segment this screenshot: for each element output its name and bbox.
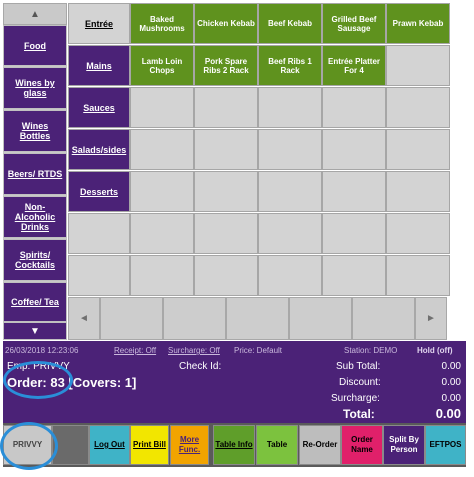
subcategory-sauces[interactable]: Sauces — [68, 87, 130, 128]
subcategory-salads-sides[interactable]: Salads/sides — [68, 129, 130, 170]
subcategory-empty — [68, 213, 130, 254]
subcategory-entree[interactable]: Entrée — [68, 3, 130, 44]
station-name: Station: DEMO — [344, 346, 398, 355]
arrow-up-icon: ▲ — [30, 8, 40, 20]
subtotal-value: 0.00 — [441, 361, 461, 372]
menu-item-button[interactable]: Chicken Kebab — [194, 3, 258, 44]
menu-item-button[interactable]: Prawn Kebab — [386, 3, 450, 44]
receipt-status[interactable]: Receipt: Off — [114, 346, 156, 355]
action-button-bar: PRIVVY Log Out Print Bill More Func. Tab… — [3, 423, 466, 467]
empty-grid-cell — [386, 87, 450, 128]
price-level: Price: Default — [234, 346, 283, 355]
subcategory-mains[interactable]: Mains — [68, 45, 130, 86]
eftpos-button[interactable]: EFTPOS — [425, 425, 466, 465]
category-wines-bottles[interactable]: Wines Bottles — [3, 110, 67, 152]
split-by-person-button[interactable]: Split By Person — [383, 425, 425, 465]
empty-grid-cell — [386, 45, 450, 86]
subcategory-column: Entrée Mains Sauces Salads/sides Dessert… — [68, 3, 130, 297]
empty-grid-cell — [194, 129, 258, 170]
total-label: Total: — [343, 407, 375, 421]
category-column: ▲ Food Wines by glass Wines Bottles Beer… — [3, 3, 67, 340]
subtotal-label: Sub Total: — [336, 361, 381, 372]
empty-grid-cell — [194, 171, 258, 212]
empty-grid-cell — [130, 255, 194, 296]
empty-grid-cell — [194, 87, 258, 128]
empty-grid-cell — [258, 129, 322, 170]
more-functions-button[interactable]: More Func. — [170, 425, 209, 465]
highlight-circle-privvy — [0, 422, 58, 470]
category-food[interactable]: Food — [3, 25, 67, 66]
category-wines-by-glass[interactable]: Wines by glass — [3, 67, 67, 109]
arrow-down-icon: ▼ — [30, 325, 40, 337]
empty-grid-cell — [322, 171, 386, 212]
subcategory-empty — [68, 255, 130, 296]
order-name-button[interactable]: Order Name — [341, 425, 383, 465]
empty-grid-cell — [258, 255, 322, 296]
empty-grid-cell — [322, 129, 386, 170]
surcharge-label: Surcharge: — [331, 393, 380, 404]
empty-grid-cell — [258, 213, 322, 254]
grid-scroll-track — [226, 297, 289, 340]
grid-scroll-track — [352, 297, 415, 340]
empty-grid-cell — [386, 213, 450, 254]
category-scroll-up-button[interactable]: ▲ — [3, 3, 67, 25]
empty-grid-cell — [130, 87, 194, 128]
grid-scroll-right-button[interactable]: ► — [415, 297, 447, 340]
category-non-alcoholic-drinks[interactable]: Non-Alcoholic Drinks — [3, 196, 67, 238]
empty-grid-cell — [386, 255, 450, 296]
table-button[interactable]: Table — [256, 425, 298, 465]
arrow-left-icon: ◄ — [79, 313, 89, 324]
surcharge-value: 0.00 — [441, 393, 461, 404]
grid-scroll-track — [100, 297, 163, 340]
empty-grid-cell — [322, 213, 386, 254]
hold-status[interactable]: Hold (off) — [417, 346, 453, 355]
empty-grid-cell — [386, 129, 450, 170]
menu-item-button[interactable]: Pork Spare Ribs 2 Rack — [194, 45, 258, 86]
grid-scroll-left-button[interactable]: ◄ — [68, 297, 100, 340]
grid-scroll-track — [163, 297, 226, 340]
menu-item-button[interactable]: Beef Kebab — [258, 3, 322, 44]
discount-value: 0.00 — [441, 377, 461, 388]
category-scroll-down-button[interactable]: ▼ — [3, 322, 67, 340]
menu-item-grid: Baked Mushrooms Chicken Kebab Beef Kebab Gr… — [130, 3, 466, 297]
menu-item-button[interactable]: Entrée Platter For 4 — [322, 45, 386, 86]
menu-item-button[interactable]: Grilled Beef Sausage — [322, 3, 386, 44]
empty-grid-cell — [322, 255, 386, 296]
empty-grid-cell — [258, 171, 322, 212]
menu-item-button[interactable]: Lamb Loin Chops — [130, 45, 194, 86]
total-value: 0.00 — [435, 406, 461, 421]
subcategory-desserts[interactable]: Desserts — [68, 171, 130, 212]
table-info-button[interactable]: Table Info — [213, 425, 255, 465]
print-bill-button[interactable]: Print Bill — [130, 425, 169, 465]
surcharge-status[interactable]: Surcharge: Off — [168, 346, 220, 355]
grid-scroll-track — [289, 297, 352, 340]
logout-button[interactable]: Log Out — [89, 425, 130, 465]
category-spirits-cocktails[interactable]: Spirits/ Cocktails — [3, 239, 67, 281]
empty-grid-cell — [322, 87, 386, 128]
empty-grid-cell — [194, 255, 258, 296]
check-id-label: Check Id: — [179, 361, 222, 372]
empty-grid-cell — [194, 213, 258, 254]
menu-item-button[interactable]: Baked Mushrooms — [130, 3, 194, 44]
empty-grid-cell — [130, 213, 194, 254]
empty-grid-cell — [386, 171, 450, 212]
arrow-right-icon: ► — [426, 313, 436, 324]
menu-item-button[interactable]: Beef Ribs 1 Rack — [258, 45, 322, 86]
category-beers-rtds[interactable]: Beers/ RTDS — [3, 153, 67, 195]
category-coffee-tea[interactable]: Coffee/ Tea — [3, 282, 67, 322]
datetime-text: 26/03/2018 12:23:06 — [5, 346, 79, 355]
reorder-button[interactable]: Re-Order — [299, 425, 341, 465]
discount-label: Discount: — [339, 377, 381, 388]
highlight-circle-order — [3, 361, 73, 399]
empty-grid-cell — [130, 171, 194, 212]
empty-grid-cell — [258, 87, 322, 128]
empty-grid-cell — [130, 129, 194, 170]
